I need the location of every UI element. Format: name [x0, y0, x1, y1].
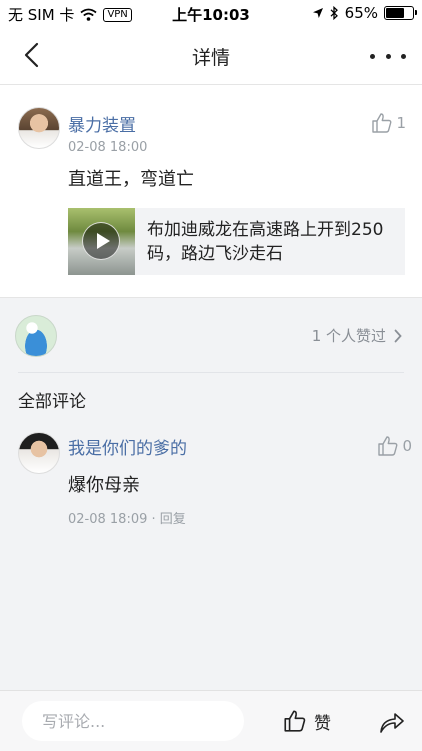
more-dot [385, 53, 391, 59]
play-icon [82, 222, 120, 260]
comment-author-name[interactable]: 我是你们的爹的 [68, 434, 187, 459]
post-card: 暴力装置 02-08 18:00 1 直道王，弯道亡 布加迪威龙在高速路上开到2… [0, 85, 422, 298]
battery-percent: 65% [344, 4, 378, 22]
post-author-name[interactable]: 暴力装置 [68, 111, 136, 136]
chevron-right-icon [394, 329, 402, 342]
status-right: 65% [312, 4, 417, 22]
comment-input[interactable] [22, 701, 244, 741]
share-icon[interactable] [378, 707, 406, 735]
battery-fill [386, 8, 405, 18]
comment-timestamp: 02-08 18:09 [68, 512, 148, 527]
comment-like-button[interactable]: 0 [376, 434, 412, 458]
liker-avatar[interactable] [15, 315, 57, 357]
likes-row[interactable]: 1 个人赞过 [0, 298, 422, 372]
thumbs-up-icon [378, 436, 398, 456]
comment-author-avatar[interactable] [18, 432, 60, 474]
more-dot [401, 53, 406, 59]
like-button[interactable]: 赞 [282, 708, 331, 734]
thumbs-up-icon [284, 710, 306, 732]
post-author-avatar[interactable] [18, 107, 60, 149]
comment-content: 爆你母亲 [68, 475, 140, 496]
section-divider [18, 372, 404, 373]
comment-meta-separator: · [151, 512, 156, 527]
likes-summary[interactable]: 1 个人赞过 [312, 325, 402, 346]
bluetooth-icon [330, 6, 338, 20]
comments-section-title: 全部评论 [18, 392, 86, 412]
more-dot [370, 53, 375, 59]
battery-icon [384, 6, 417, 20]
location-arrow-icon [312, 8, 323, 18]
video-link-title: 布加迪威龙在高速路上开到250码，路边飞沙走石 [147, 220, 384, 264]
comment-like-count: 0 [402, 437, 412, 455]
video-link-card[interactable]: 布加迪威龙在高速路上开到250码，路边飞沙走石 [68, 208, 405, 275]
reply-button[interactable]: 回复 [160, 512, 186, 527]
nav-bar: 详情 [0, 28, 422, 85]
comment-meta: 02-08 18:09 · 回复 [68, 508, 186, 527]
post-like-button[interactable]: 1 [370, 111, 406, 135]
page-title: 详情 [191, 47, 230, 69]
status-bar: 无 SIM 卡 VPN 上午10:03 65% [0, 0, 422, 28]
post-like-count: 1 [396, 114, 406, 132]
thumbs-up-icon [372, 113, 392, 133]
video-thumbnail [68, 208, 135, 275]
likes-summary-text: 1 个人赞过 [311, 327, 386, 345]
like-button-label: 赞 [314, 713, 331, 734]
post-content: 直道王，弯道亡 [68, 169, 194, 190]
more-button[interactable] [370, 42, 406, 70]
bottom-bar: 赞 [0, 690, 422, 751]
post-timestamp: 02-08 18:00 [68, 140, 148, 155]
